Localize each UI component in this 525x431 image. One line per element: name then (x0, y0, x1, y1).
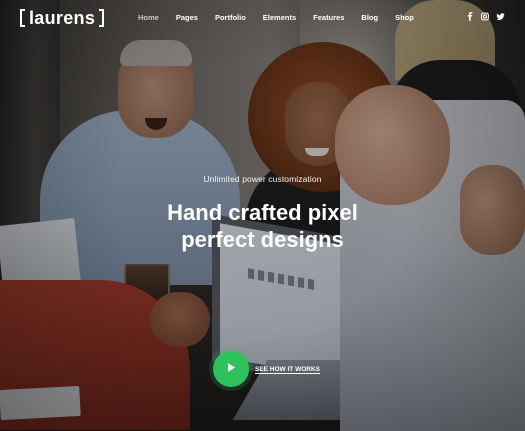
play-icon (226, 360, 236, 378)
twitter-icon[interactable] (496, 12, 505, 21)
hero-title: Hand crafted pixel perfect designs (0, 199, 525, 253)
main-nav: Home Pages Portfolio Elements Features B… (138, 13, 414, 22)
nav-item-elements[interactable]: Elements (263, 13, 296, 22)
hero-title-line-1: Hand crafted pixel (167, 200, 358, 225)
nav-item-home[interactable]: Home (138, 13, 159, 22)
see-how-it-works-link[interactable]: SEE HOW IT WORKS (255, 366, 320, 373)
hero-title-line-2: perfect designs (181, 227, 344, 252)
hero-section: laurens Home Pages Portfolio Elements Fe… (0, 0, 525, 431)
logo-text: laurens (29, 7, 96, 28)
site-header: laurens Home Pages Portfolio Elements Fe… (0, 0, 525, 36)
nav-item-pages[interactable]: Pages (176, 13, 198, 22)
nav-item-features[interactable]: Features (313, 13, 344, 22)
social-links (466, 12, 505, 21)
site-logo[interactable]: laurens (20, 7, 105, 29)
see-how-it-works-cta: SEE HOW IT WORKS (213, 351, 320, 387)
hero-subtitle: Unlimited power customization (203, 174, 322, 184)
facebook-icon[interactable] (466, 12, 474, 21)
logo-bracket-right (99, 9, 105, 27)
nav-item-shop[interactable]: Shop (395, 13, 414, 22)
instagram-icon[interactable] (481, 12, 489, 21)
logo-bracket-left (20, 9, 25, 27)
play-video-button[interactable] (213, 351, 249, 387)
nav-item-blog[interactable]: Blog (361, 13, 378, 22)
nav-item-portfolio[interactable]: Portfolio (215, 13, 246, 22)
